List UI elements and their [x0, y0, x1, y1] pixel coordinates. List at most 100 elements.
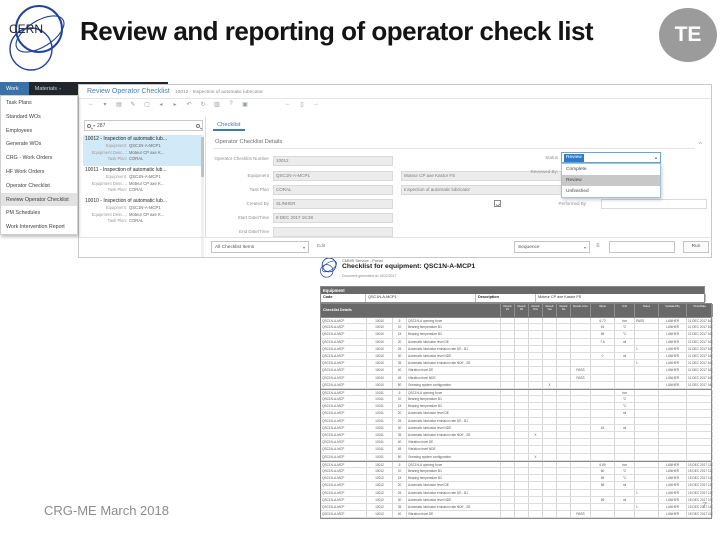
checklist-list-item[interactable]: 10012 - Inspection of automatic lub... E…: [83, 135, 201, 166]
cell-unit: °C: [615, 467, 635, 475]
cell-result-yes: [543, 331, 557, 338]
menu-item[interactable]: HF Work Orders: [1, 165, 77, 179]
cell-updated-by: LUNHER: [659, 367, 687, 374]
undo-icon[interactable]: ↶: [185, 101, 193, 108]
menu-item-label: HF Work Orders: [6, 168, 45, 175]
navbar-tab[interactable]: Work ▾: [0, 82, 29, 95]
table-row: QSC1N-A-MCP 10010 40 Vibration level DE …: [321, 367, 713, 375]
end-date-field[interactable]: [273, 227, 393, 237]
sequence-select[interactable]: Sequence ▾: [514, 241, 590, 253]
start-date-field[interactable]: 8 DEC 2017 16:38: [273, 213, 393, 223]
cell-description: Automatic lubricator level NDE: [407, 352, 501, 360]
cell-result2: [515, 389, 529, 396]
cell-result-na: [529, 389, 543, 396]
menu-item-label: Standard WOs: [6, 113, 41, 120]
edit-icon[interactable]: ✎: [129, 101, 137, 108]
refresh-icon[interactable]: ↻: [199, 101, 207, 108]
tab-checklist[interactable]: Checklist: [213, 120, 245, 131]
status-option[interactable]: Complete: [562, 164, 660, 175]
toolbar-caret-icon[interactable]: ▾: [101, 101, 109, 108]
cell-checklist: 10012: [367, 467, 393, 475]
status-option[interactable]: Review: [562, 175, 660, 186]
print-icon[interactable]: ▥: [213, 101, 221, 108]
cell-result1: [501, 417, 515, 424]
cell-result-na: [529, 503, 543, 511]
menu-item[interactable]: Work Intervention Report: [1, 220, 77, 234]
cell-seq: 50: [393, 453, 407, 460]
table-row: QSC1N-A-MCP 10010 45 Vibration level NDE…: [321, 374, 713, 382]
number-field[interactable]: 10012: [273, 156, 393, 166]
run-button[interactable]: Run: [683, 241, 709, 253]
checklist-filter-select[interactable]: All Checklist Items ▾: [211, 241, 309, 253]
cell-result-no: [557, 446, 571, 453]
cell-result1: [501, 360, 515, 367]
cell-time-date: 15 DEC 2017 11:50: [688, 496, 713, 503]
navbar-tab-label: Materials: [34, 85, 58, 92]
cell-unit: [615, 446, 635, 453]
pane-right-icon[interactable]: →: [312, 101, 320, 108]
checklist-list-item[interactable]: 10010 - Inspection of automatic lub... E…: [83, 197, 201, 228]
list-scrollbar[interactable]: [201, 135, 204, 257]
col-result-na: Result N/A: [529, 304, 543, 317]
checkbox-icon[interactable]: [494, 200, 501, 207]
status-option[interactable]: Unfinished: [562, 186, 660, 197]
cell-result-na: [529, 475, 543, 482]
scrollbar-thumb[interactable]: [201, 137, 204, 177]
delete-icon[interactable]: ▢: [143, 101, 151, 108]
cell-equipment: QSC1N-A-MCP: [321, 360, 367, 367]
edit-link[interactable]: Edit: [317, 244, 325, 249]
cell-seq: 15: [393, 475, 407, 482]
menu-item[interactable]: Review Operator Checklist: [1, 192, 77, 207]
menu-item[interactable]: Operator Checklist: [1, 179, 77, 193]
menu-item[interactable]: Generate WOs: [1, 137, 77, 151]
cell-result-yes: [543, 338, 557, 345]
checklist-list-item[interactable]: 10011 - Inspection of automatic lub... E…: [83, 166, 201, 197]
status-select[interactable]: Review ▲: [561, 152, 661, 163]
cell-seq: 5: [393, 461, 407, 467]
cell-result2: [515, 403, 529, 410]
hamburger-icon[interactable]: ≡: [596, 243, 600, 249]
menu-item[interactable]: Standard WOs: [1, 110, 77, 124]
menu-item[interactable]: Task Plans: [1, 96, 77, 110]
pane-left-icon[interactable]: ←: [284, 101, 292, 108]
table-row: QSC1N-A-MCP 10010 5 QSC1N-A opening forc…: [321, 317, 713, 325]
list-taskplan-label: Task Plan:: [107, 187, 127, 192]
equipment-field[interactable]: QSC1N-A-MCP1: [273, 171, 393, 181]
back-icon[interactable]: ←: [87, 101, 95, 108]
filter-input[interactable]: [609, 241, 675, 253]
search-input[interactable]: 287: [97, 123, 194, 129]
cell-time-date: 15 DEC 2017 11:50: [688, 489, 713, 496]
created-by-field[interactable]: SLINHER: [273, 199, 393, 209]
cell-result-na: [529, 417, 543, 424]
cell-time-date: [687, 446, 713, 453]
navbar-tab[interactable]: Materials ▾: [29, 82, 67, 95]
cell-seq: 5: [393, 389, 407, 396]
pane-split-icon[interactable]: ▯: [298, 101, 306, 108]
search-go-icon[interactable]: [196, 123, 200, 128]
cell-result-no: [557, 352, 571, 360]
task-plan-field[interactable]: CORAL: [273, 185, 393, 195]
collapse-icon[interactable]: ^: [699, 142, 702, 148]
cell-result-no: [557, 496, 571, 503]
cell-unit: bar: [615, 461, 635, 467]
save-icon[interactable]: ▤: [115, 101, 123, 108]
cell-seq: 15: [393, 403, 407, 410]
next-record-icon[interactable]: ▸: [171, 101, 179, 108]
performed-by-field[interactable]: [601, 199, 707, 209]
cell-equipment: QSC1N-A-MCP: [321, 432, 367, 439]
cell-result2: [515, 439, 529, 446]
help-icon[interactable]: ?: [227, 101, 235, 108]
menu-item[interactable]: CRG - Work Orders: [1, 151, 77, 165]
cell-notes: [635, 403, 659, 410]
cell-equipment: QSC1N-A-MCP: [321, 461, 367, 467]
app-main-panel: Review Operator Checklist 10012 - Inspec…: [78, 84, 712, 258]
panel-icon[interactable]: ▣: [241, 101, 249, 108]
previous-record-icon[interactable]: ◂: [157, 101, 165, 108]
search-box[interactable]: ▾ 287: [84, 120, 203, 131]
menu-item[interactable]: Employees: [1, 124, 77, 138]
cell-result1: [501, 403, 515, 410]
cell-checklist: 10010: [367, 360, 393, 367]
cell-result-na: [529, 396, 543, 403]
menu-item[interactable]: PM Schedules: [1, 206, 77, 220]
col-result2: Result #2: [515, 304, 529, 317]
